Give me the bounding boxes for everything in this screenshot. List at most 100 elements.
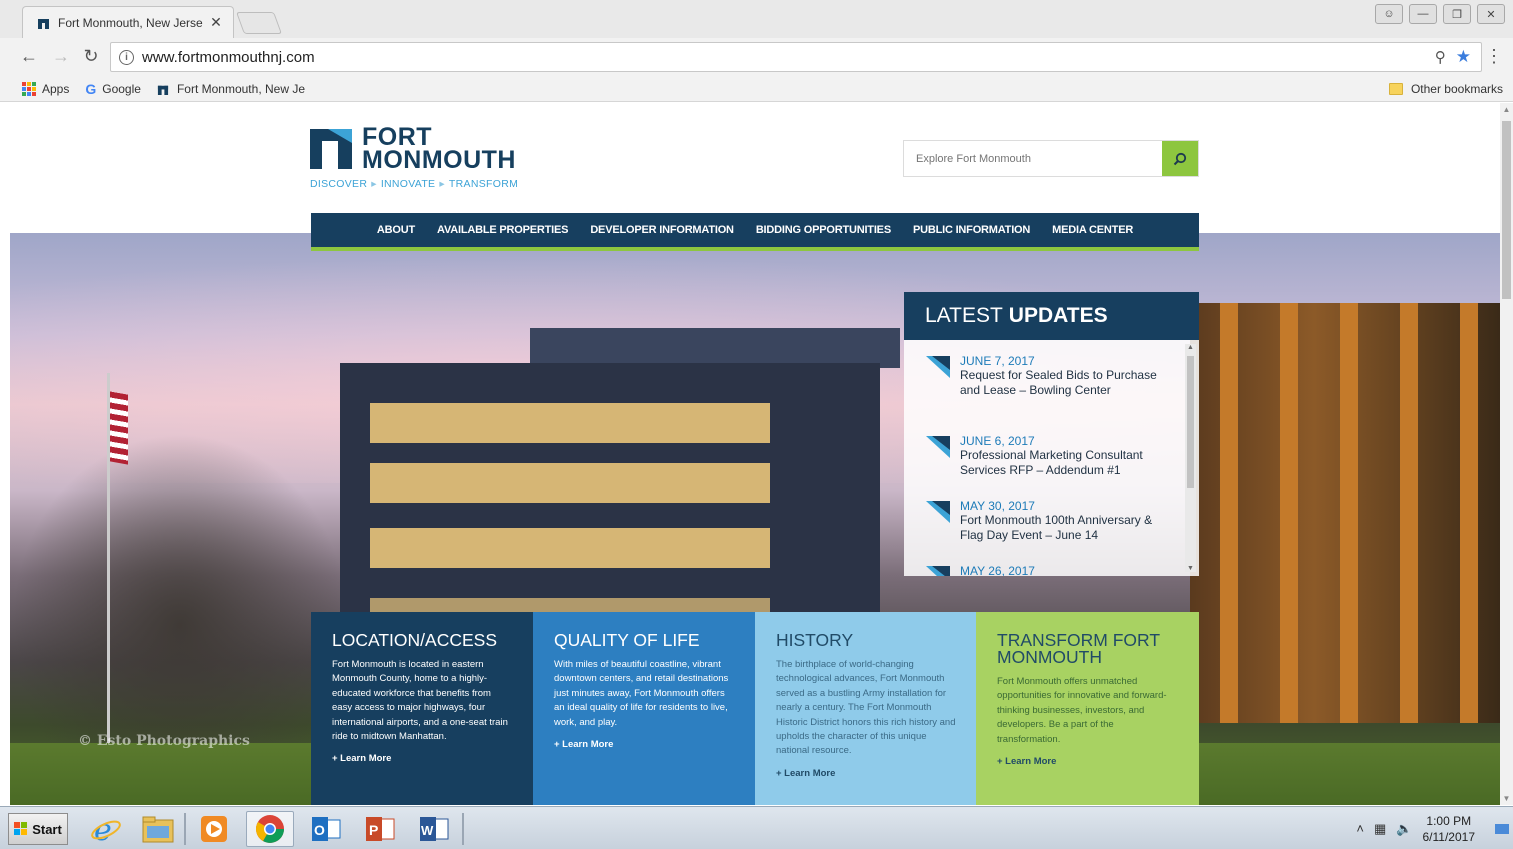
scroll-up-icon[interactable]: ▲ <box>1185 344 1196 351</box>
search-input[interactable] <box>904 141 1163 176</box>
scroll-down-icon[interactable]: ▼ <box>1185 565 1196 572</box>
close-tab-icon[interactable]: ✕ <box>209 14 223 31</box>
restore-button[interactable]: ❐ <box>1443 4 1471 24</box>
site-search <box>903 140 1199 177</box>
update-chevron-icon <box>926 566 950 576</box>
updates-scroll-thumb[interactable] <box>1187 356 1194 488</box>
panel-location-access: LOCATION/ACCESS Fort Monmouth is located… <box>311 612 533 805</box>
nav-media-center[interactable]: MEDIA CENTER <box>1052 224 1133 236</box>
bookmark-apps-label: Apps <box>42 81 70 96</box>
scroll-up-icon[interactable]: ▲ <box>1500 103 1513 116</box>
bookmark-fort-monmouth-label: Fort Monmouth, New Je <box>176 81 305 96</box>
internet-explorer-icon[interactable]: e <box>82 811 130 847</box>
taskbar: Start e O P W ˄ ▦ 🔈 1:00 PM 6/11/2017 <box>0 806 1513 849</box>
word-icon[interactable]: W <box>410 811 458 847</box>
google-icon: G <box>85 80 97 97</box>
page-scroll-thumb[interactable] <box>1502 121 1511 299</box>
zoom-icon[interactable]: ⚲ <box>1435 48 1446 66</box>
update-chevron-icon <box>926 436 950 458</box>
browser-menu-icon[interactable]: ⋮ <box>1485 46 1503 67</box>
tab-title: Fort Monmouth, New Jerse <box>58 15 203 30</box>
main-nav: ABOUT AVAILABLE PROPERTIES DEVELOPER INF… <box>311 213 1199 251</box>
new-tab-button[interactable] <box>235 12 283 34</box>
nav-available-properties[interactable]: AVAILABLE PROPERTIES <box>437 224 568 236</box>
building-roof <box>530 328 900 368</box>
outlook-icon[interactable]: O <box>302 811 350 847</box>
building-right-wing <box>1190 303 1500 723</box>
learn-more-link[interactable]: + Learn More <box>554 739 734 750</box>
learn-more-link[interactable]: + Learn More <box>332 753 512 764</box>
show-hidden-icons-icon[interactable]: ˄ <box>1356 821 1364 836</box>
powerpoint-icon[interactable]: P <box>356 811 404 847</box>
browser-tabstrip: Fort Monmouth, New Jerse ✕ ☺ — ❐ ✕ <box>0 0 1513 38</box>
photo-credit: © Esto Photographics <box>78 733 250 749</box>
media-player-icon[interactable] <box>190 811 238 847</box>
updates-list: JUNE 7, 2017 Request for Sealed Bids to … <box>904 340 1199 576</box>
folder-icon <box>1388 82 1403 95</box>
nav-developer-information[interactable]: DEVELOPER INFORMATION <box>590 224 734 236</box>
volume-icon[interactable]: 🔈 <box>1396 821 1412 837</box>
fort-monmouth-favicon-icon <box>38 19 49 29</box>
list-item[interactable]: JUNE 6, 2017 Professional Marketing Cons… <box>926 434 1176 477</box>
update-chevron-icon <box>926 356 950 378</box>
logo-wordmark: FORT MONMOUTH <box>362 123 516 174</box>
site-info-icon[interactable]: i <box>119 49 134 65</box>
chrome-icon[interactable] <box>246 811 294 847</box>
svg-text:O: O <box>314 822 325 838</box>
other-bookmarks[interactable]: Other bookmarks <box>1388 82 1503 96</box>
fort-monmouth-logo-icon <box>310 129 352 169</box>
apps-grid-icon <box>22 81 36 96</box>
network-icon[interactable]: ▦ <box>1374 821 1386 837</box>
file-explorer-icon[interactable] <box>134 811 182 847</box>
clock[interactable]: 1:00 PM 6/11/2017 <box>1423 813 1476 845</box>
start-button[interactable]: Start <box>8 813 68 845</box>
trees <box>10 433 350 753</box>
reload-icon[interactable]: ↻ <box>80 46 102 67</box>
nav-public-information[interactable]: PUBLIC INFORMATION <box>913 224 1030 236</box>
fort-monmouth-favicon-icon <box>157 85 169 95</box>
address-bar[interactable]: i www.fortmonmouthnj.com ⚲ ★ <box>110 42 1482 72</box>
latest-updates: LATEST UPDATES JUNE 7, 2017 Request for S… <box>904 292 1199 576</box>
latest-updates-title: LATEST UPDATES <box>904 292 1199 340</box>
search-button[interactable] <box>1162 141 1198 176</box>
bookmark-fort-monmouth[interactable]: Fort Monmouth, New Je <box>157 82 305 96</box>
bookmark-star-icon[interactable]: ★ <box>1456 47 1471 67</box>
profile-icon[interactable]: ☺ <box>1375 4 1403 24</box>
american-flag <box>110 391 128 465</box>
tab-fort-monmouth[interactable]: Fort Monmouth, New Jerse ✕ <box>22 6 234 38</box>
scroll-down-icon[interactable]: ▼ <box>1500 792 1513 805</box>
panel-title[interactable]: HISTORY <box>776 631 956 649</box>
nav-bidding-opportunities[interactable]: BIDDING OPPORTUNITIES <box>756 224 891 236</box>
learn-more-link[interactable]: + Learn More <box>776 768 956 779</box>
update-chevron-icon <box>926 501 950 523</box>
bookmark-google[interactable]: G Google <box>85 81 141 97</box>
url-text[interactable]: www.fortmonmouthnj.com <box>142 49 1435 66</box>
browser-toolbar: ← → ↻ i www.fortmonmouthnj.com ⚲ ★ ⋮ <box>0 38 1513 76</box>
nav-about[interactable]: ABOUT <box>377 224 415 236</box>
forward-arrow-icon[interactable]: → <box>50 46 72 67</box>
bookmark-google-label: Google <box>102 81 141 96</box>
bookmark-apps[interactable]: Apps <box>22 81 70 96</box>
list-item[interactable]: JUNE 7, 2017 Request for Sealed Bids to … <box>926 354 1176 397</box>
learn-more-link[interactable]: + Learn More <box>997 756 1178 767</box>
list-item[interactable]: MAY 26, 2017 <box>926 564 1176 576</box>
panel-title[interactable]: QUALITY OF LIFE <box>554 631 734 649</box>
updates-scrollbar[interactable]: ▲ ▼ <box>1185 344 1196 572</box>
panel-body: The birthplace of world-changing technol… <box>776 659 956 757</box>
system-tray: ˄ ▦ 🔈 1:00 PM 6/11/2017 <box>1356 807 1513 849</box>
panel-title[interactable]: LOCATION/ACCESS <box>332 631 512 649</box>
search-icon <box>1173 152 1187 165</box>
list-item[interactable]: MAY 30, 2017 Fort Monmouth 100th Anniver… <box>926 499 1176 542</box>
panel-body: With miles of beautiful coastline, vibra… <box>554 659 729 728</box>
back-arrow-icon[interactable]: ← <box>18 46 40 67</box>
close-window-button[interactable]: ✕ <box>1477 4 1505 24</box>
minimize-button[interactable]: — <box>1409 4 1437 24</box>
panel-history: HISTORY The birthplace of world-changing… <box>755 612 977 805</box>
page-scrollbar[interactable]: ▲ ▼ <box>1500 103 1513 805</box>
show-desktop-button[interactable] <box>1495 823 1509 834</box>
panel-quality-of-life: QUALITY OF LIFE With miles of beautiful … <box>533 612 755 805</box>
panel-title[interactable]: TRANSFORM FORT MONMOUTH <box>997 631 1178 666</box>
windows-logo-icon <box>14 822 28 836</box>
bookmarks-bar: Apps G Google Fort Monmouth, New Je Othe… <box>0 76 1513 102</box>
page-viewport: © Esto Photographics FORT MONMOUTH DISCO… <box>10 103 1500 805</box>
